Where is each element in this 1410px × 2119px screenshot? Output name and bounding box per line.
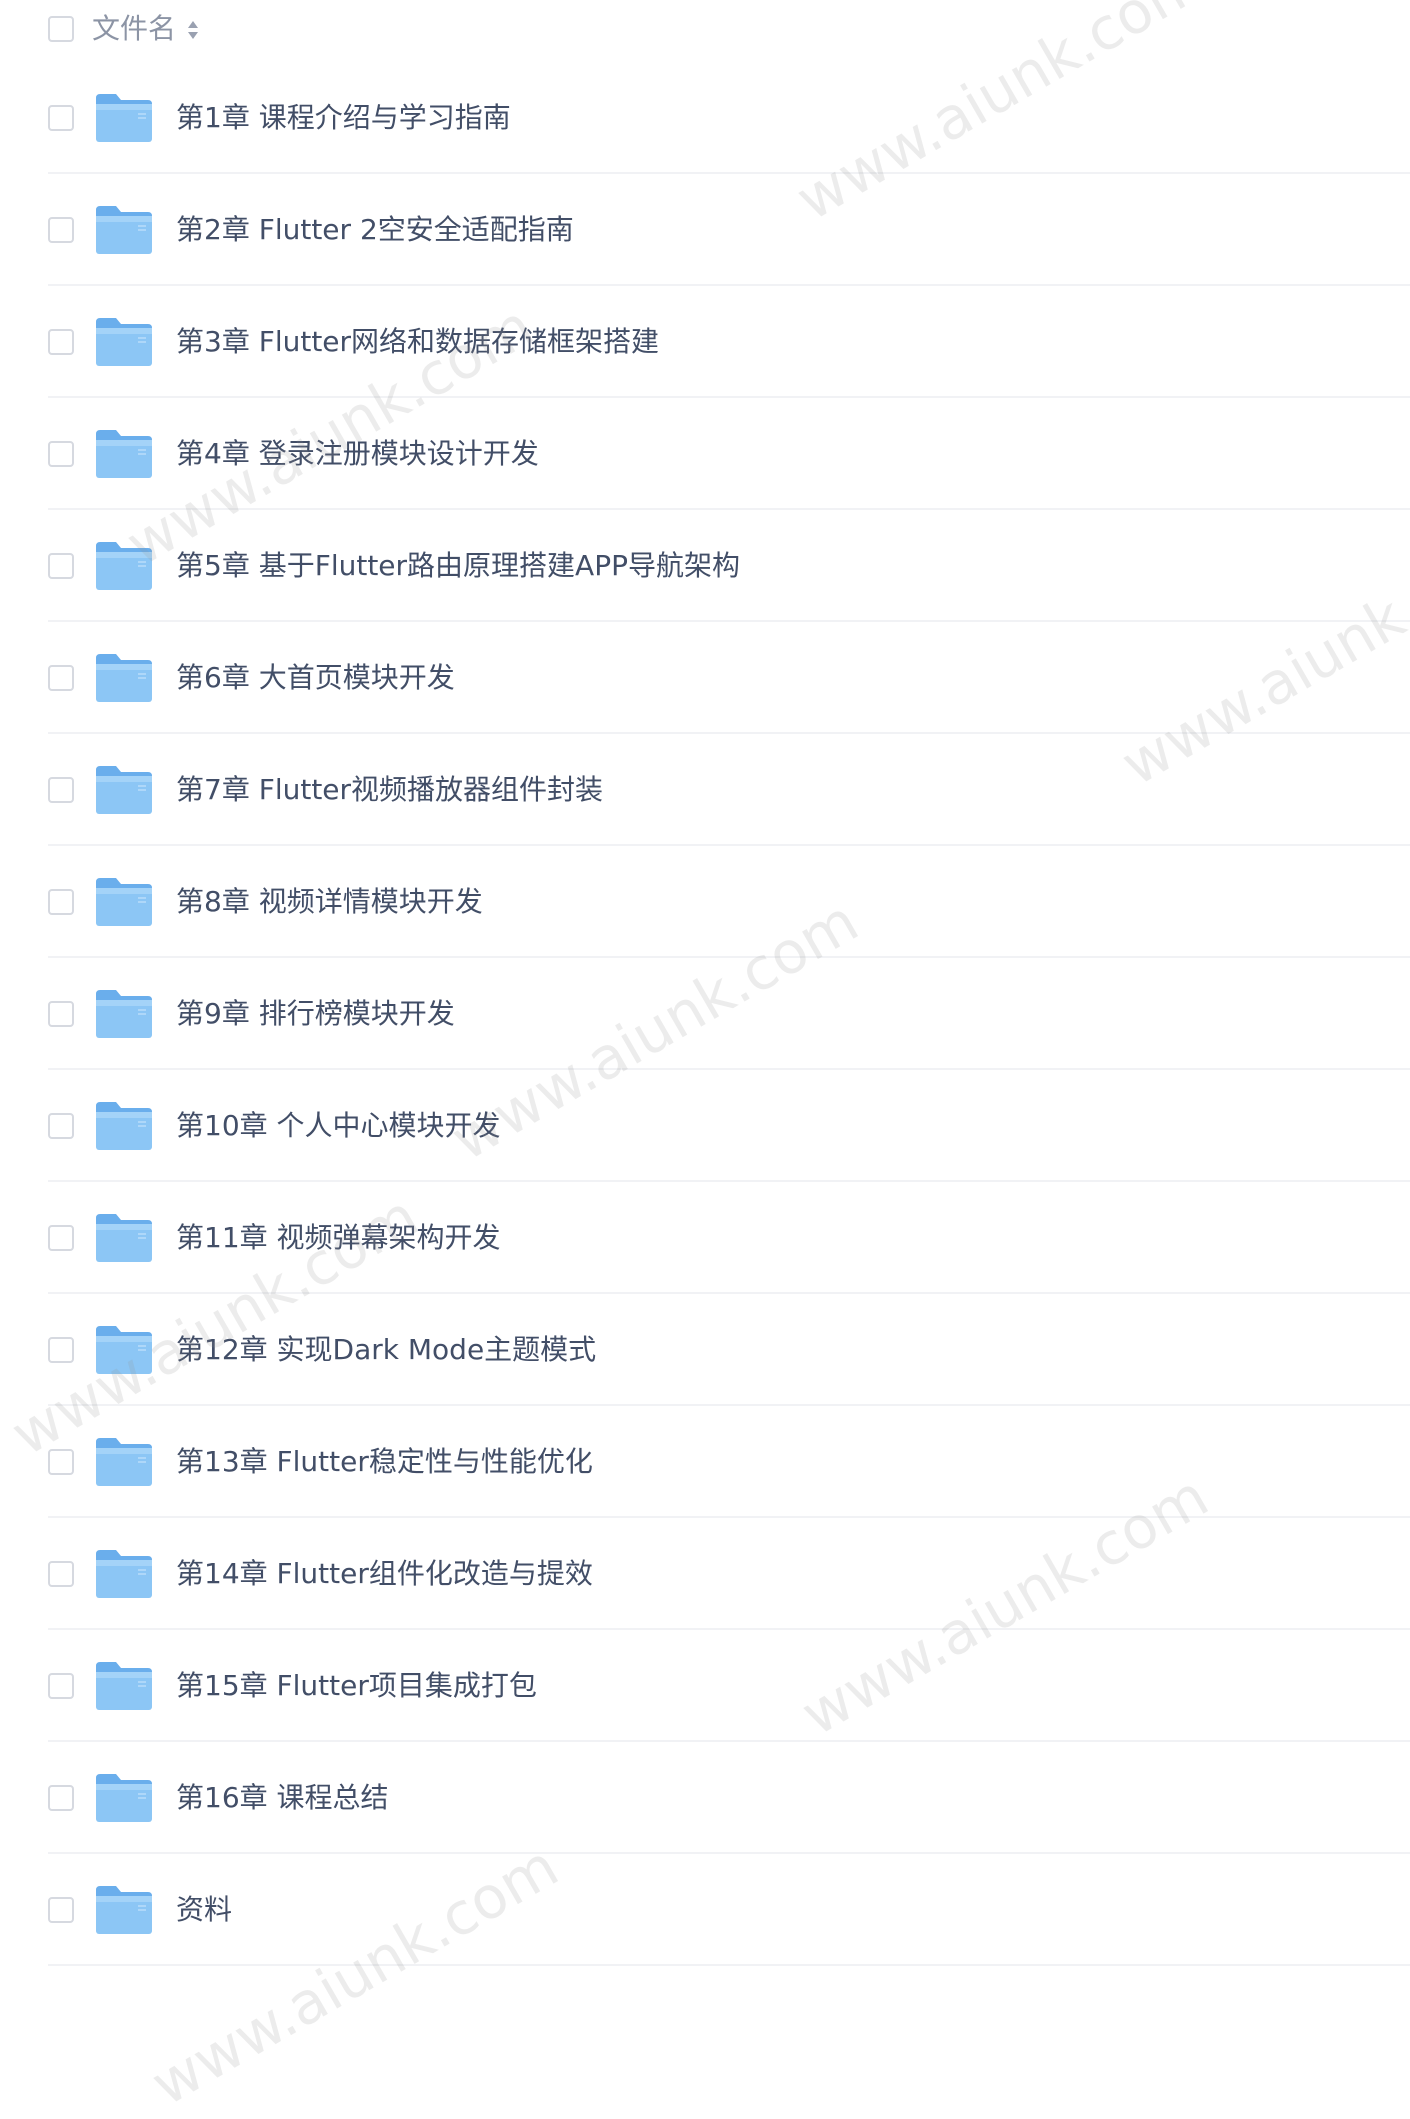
folder-name[interactable]: 第8章 视频详情模块开发: [176, 882, 483, 922]
list-item[interactable]: 第15章 Flutter项目集成打包: [0, 1630, 1410, 1742]
folder-icon: [96, 1550, 152, 1598]
folder-icon: [96, 542, 152, 590]
folder-name[interactable]: 第5章 基于Flutter路由原理搭建APP导航架构: [176, 546, 740, 586]
folder-icon: [96, 94, 152, 142]
folder-name[interactable]: 第14章 Flutter组件化改造与提效: [176, 1554, 593, 1594]
folder-icon: [96, 654, 152, 702]
row-checkbox[interactable]: [48, 777, 74, 803]
folder-name[interactable]: 第4章 登录注册模块设计开发: [176, 434, 539, 474]
file-rows: 第1章 课程介绍与学习指南 第2章 Flutter 2空安全适配指南 第3章 F…: [0, 62, 1410, 1966]
list-item[interactable]: 第6章 大首页模块开发: [0, 622, 1410, 734]
list-item[interactable]: 第13章 Flutter稳定性与性能优化: [0, 1406, 1410, 1518]
list-header: 文件名: [0, 0, 1410, 62]
list-item[interactable]: 第12章 实现Dark Mode主题模式: [0, 1294, 1410, 1406]
folder-name[interactable]: 第15章 Flutter项目集成打包: [176, 1666, 537, 1706]
folder-name[interactable]: 第7章 Flutter视频播放器组件封装: [176, 770, 603, 810]
folder-name[interactable]: 第16章 课程总结: [176, 1778, 389, 1818]
folder-name[interactable]: 资料: [176, 1890, 232, 1930]
folder-icon: [96, 1438, 152, 1486]
folder-name[interactable]: 第13章 Flutter稳定性与性能优化: [176, 1442, 593, 1482]
row-checkbox[interactable]: [48, 1785, 74, 1811]
list-item[interactable]: 第5章 基于Flutter路由原理搭建APP导航架构: [0, 510, 1410, 622]
folder-name[interactable]: 第9章 排行榜模块开发: [176, 994, 455, 1034]
sort-icon[interactable]: [186, 18, 200, 42]
folder-name[interactable]: 第3章 Flutter网络和数据存储框架搭建: [176, 322, 659, 362]
folder-icon: [96, 1102, 152, 1150]
file-list: 文件名 第1章 课程介绍与学习指南 第2章 Flutter 2空安全适配指南 第…: [0, 0, 1410, 1966]
list-item[interactable]: 第11章 视频弹幕架构开发: [0, 1182, 1410, 1294]
list-item[interactable]: 第4章 登录注册模块设计开发: [0, 398, 1410, 510]
list-item[interactable]: 第1章 课程介绍与学习指南: [0, 62, 1410, 174]
folder-icon: [96, 1886, 152, 1934]
list-item[interactable]: 第16章 课程总结: [0, 1742, 1410, 1854]
list-item[interactable]: 第14章 Flutter组件化改造与提效: [0, 1518, 1410, 1630]
folder-name[interactable]: 第10章 个人中心模块开发: [176, 1106, 501, 1146]
folder-icon: [96, 430, 152, 478]
folder-icon: [96, 878, 152, 926]
row-checkbox[interactable]: [48, 217, 74, 243]
folder-icon: [96, 1326, 152, 1374]
folder-icon: [96, 318, 152, 366]
folder-name[interactable]: 第12章 实现Dark Mode主题模式: [176, 1330, 596, 1370]
column-header-name[interactable]: 文件名: [92, 11, 176, 47]
folder-name[interactable]: 第6章 大首页模块开发: [176, 658, 455, 698]
list-item[interactable]: 第3章 Flutter网络和数据存储框架搭建: [0, 286, 1410, 398]
list-item[interactable]: 资料: [0, 1854, 1410, 1966]
folder-icon: [96, 990, 152, 1038]
folder-icon: [96, 766, 152, 814]
folder-name[interactable]: 第11章 视频弹幕架构开发: [176, 1218, 501, 1258]
row-checkbox[interactable]: [48, 1561, 74, 1587]
list-item[interactable]: 第2章 Flutter 2空安全适配指南: [0, 174, 1410, 286]
folder-icon: [96, 1214, 152, 1262]
row-checkbox[interactable]: [48, 329, 74, 355]
row-checkbox[interactable]: [48, 553, 74, 579]
row-checkbox[interactable]: [48, 889, 74, 915]
list-item[interactable]: 第8章 视频详情模块开发: [0, 846, 1410, 958]
select-all-checkbox[interactable]: [48, 16, 74, 42]
row-checkbox[interactable]: [48, 441, 74, 467]
list-item[interactable]: 第10章 个人中心模块开发: [0, 1070, 1410, 1182]
list-item[interactable]: 第7章 Flutter视频播放器组件封装: [0, 734, 1410, 846]
folder-name[interactable]: 第2章 Flutter 2空安全适配指南: [176, 210, 574, 250]
folder-icon: [96, 1774, 152, 1822]
row-checkbox[interactable]: [48, 1225, 74, 1251]
row-checkbox[interactable]: [48, 1897, 74, 1923]
folder-icon: [96, 206, 152, 254]
row-checkbox[interactable]: [48, 1449, 74, 1475]
list-item[interactable]: 第9章 排行榜模块开发: [0, 958, 1410, 1070]
row-checkbox[interactable]: [48, 665, 74, 691]
folder-icon: [96, 1662, 152, 1710]
row-checkbox[interactable]: [48, 105, 74, 131]
row-checkbox[interactable]: [48, 1337, 74, 1363]
row-checkbox[interactable]: [48, 1001, 74, 1027]
row-checkbox[interactable]: [48, 1113, 74, 1139]
row-checkbox[interactable]: [48, 1673, 74, 1699]
folder-name[interactable]: 第1章 课程介绍与学习指南: [176, 98, 511, 138]
